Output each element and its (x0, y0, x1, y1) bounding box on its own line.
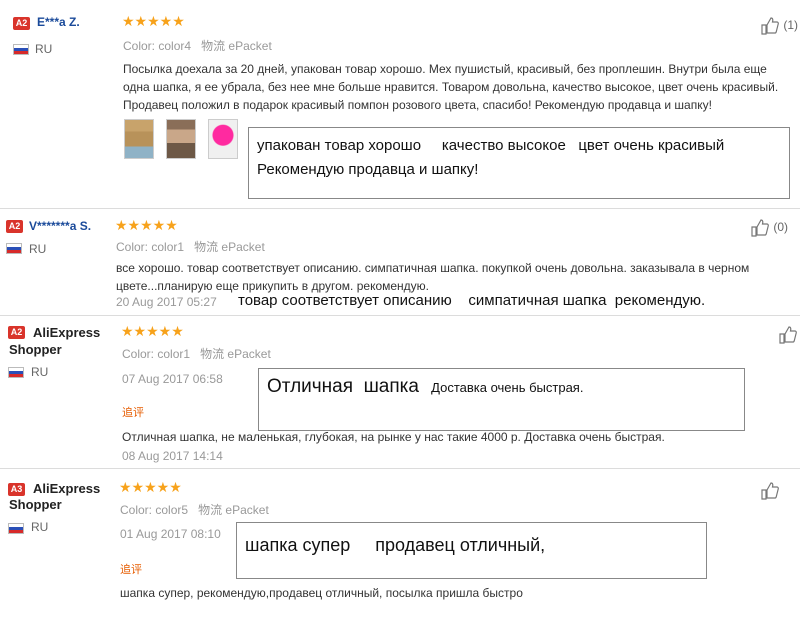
order-info: Color: color1 物流 ePacket (116, 238, 265, 255)
rating-stars: ★★★★★ (119, 479, 182, 495)
order-info: Color: color1 物流 ePacket (122, 345, 271, 362)
color-value: color4 (158, 39, 192, 53)
shipping-label: 物流 (201, 39, 226, 53)
color-label: Color: (122, 347, 155, 361)
country-flag-icon (8, 523, 24, 534)
review-photo-thumbnail[interactable] (208, 119, 238, 159)
buyer-name-line: Shopper (9, 342, 62, 357)
rating-stars: ★★★★★ (115, 217, 178, 233)
shipping-value: ePacket (221, 240, 265, 254)
buyer-name[interactable]: V*******a S. (29, 219, 91, 233)
color-label: Color: (116, 240, 149, 254)
like-count: (1) (783, 18, 799, 33)
annotation-line: Рекомендую продавца и шапку! (257, 161, 479, 178)
thumbs-up-icon (751, 219, 769, 237)
order-info: Color: color5 物流 ePacket (120, 501, 269, 518)
buyer-country: RU (31, 520, 49, 534)
rating-stars: ★★★★★ (121, 323, 184, 339)
review-text-line: одна шапка, я ее убрала, без нее мне бол… (123, 80, 779, 94)
country-flag-icon (6, 243, 22, 254)
review-photo-thumbnail[interactable] (124, 119, 154, 159)
annotation-callout: Отличная шапка Доставка очень быстрая. (258, 368, 745, 431)
review-photo-thumbnail[interactable] (166, 119, 196, 159)
annotation-callout: упакован товар хорошо качество высокое ц… (248, 127, 790, 199)
buyer-country: RU (29, 242, 47, 256)
review-text-line: все хорошо. товар соответствует описанию… (116, 261, 750, 275)
buyer-name-line: Shopper (9, 497, 62, 512)
color-value: color1 (157, 347, 191, 361)
review-text-line: Продавец положил в подарок красивый помп… (123, 98, 712, 112)
review-text: все хорошо. товар соответствует описанию… (116, 259, 786, 295)
color-label: Color: (123, 39, 156, 53)
annotation-main-text: шапка супер продавец отличный, (245, 535, 546, 555)
annotation-main-text: Отличная шапка (267, 376, 419, 397)
thumbs-up-icon (779, 326, 797, 344)
color-value: color5 (155, 503, 189, 517)
like-count: (0) (773, 220, 789, 235)
shipping-label: 物流 (194, 240, 219, 254)
review-card: A2 E***a Z. RU ★★★★★ Color: color4 物流 eP… (0, 0, 800, 208)
buyer-name[interactable]: Shopper (9, 497, 62, 512)
shipping-label: 物流 (198, 503, 223, 517)
review-card: A2 V*******a S. RU ★★★★★ Color: color1 物… (0, 209, 800, 315)
shipping-label: 物流 (200, 347, 225, 361)
buyer-name[interactable]: AliExpress (33, 325, 100, 340)
review-date: 07 Aug 2017 06:58 (122, 372, 223, 386)
buyer-name[interactable]: AliExpress (33, 481, 100, 496)
review-text: Посылка доехала за 20 дней, упакован тов… (123, 60, 793, 114)
review-card: A3 AliExpress Shopper RU ★★★★★ Color: co… (0, 469, 800, 624)
buyer-name[interactable]: Shopper (9, 342, 62, 357)
review-card: A2 AliExpress Shopper RU ★★★★★ Color: co… (0, 316, 800, 468)
color-value: color1 (151, 240, 185, 254)
shipping-value: ePacket (228, 39, 272, 53)
buyer-level-badge: A2 (13, 17, 30, 30)
thumbs-up-icon (761, 17, 779, 35)
order-info: Color: color4 物流 ePacket (123, 37, 272, 54)
buyer-name-line: AliExpress (33, 481, 101, 496)
buyer-name-line: AliExpress (33, 325, 101, 340)
buyer-name[interactable]: E***a Z. (37, 15, 80, 29)
followup-label: 追评 (120, 564, 142, 576)
followup-label: 追评 (122, 407, 144, 419)
like-button[interactable] (760, 481, 780, 501)
like-button[interactable]: (1) (760, 16, 798, 36)
like-button[interactable]: (0) (750, 218, 788, 238)
review-date: 20 Aug 2017 05:27 (116, 295, 217, 309)
review-date: 01 Aug 2017 08:10 (120, 527, 221, 541)
followup-text: шапка супер, рекомендую,продавец отличны… (120, 586, 523, 600)
buyer-country: RU (35, 42, 53, 56)
review-text-line: Посылка доехала за 20 дней, упакован тов… (123, 62, 767, 76)
annotation-callout: шапка супер продавец отличный, (236, 522, 707, 579)
annotation-callout: товар соответствует описанию симпатичная… (238, 292, 706, 309)
country-flag-icon (13, 44, 29, 55)
buyer-country: RU (31, 365, 49, 379)
annotation-line: упакован товар хорошо качество высокое ц… (257, 137, 725, 154)
buyer-level-badge: A2 (8, 326, 25, 339)
like-button[interactable] (778, 325, 798, 345)
color-label: Color: (120, 503, 153, 517)
thumbs-up-icon (761, 482, 779, 500)
followup-date: 08 Aug 2017 14:14 (122, 449, 223, 463)
buyer-level-badge: A3 (8, 483, 25, 496)
rating-stars: ★★★★★ (122, 13, 185, 29)
annotation-sub-text: Доставка очень быстрая. (431, 380, 584, 395)
buyer-level-badge: A2 (6, 220, 23, 233)
shipping-value: ePacket (225, 503, 269, 517)
shipping-value: ePacket (227, 347, 271, 361)
country-flag-icon (8, 367, 24, 378)
